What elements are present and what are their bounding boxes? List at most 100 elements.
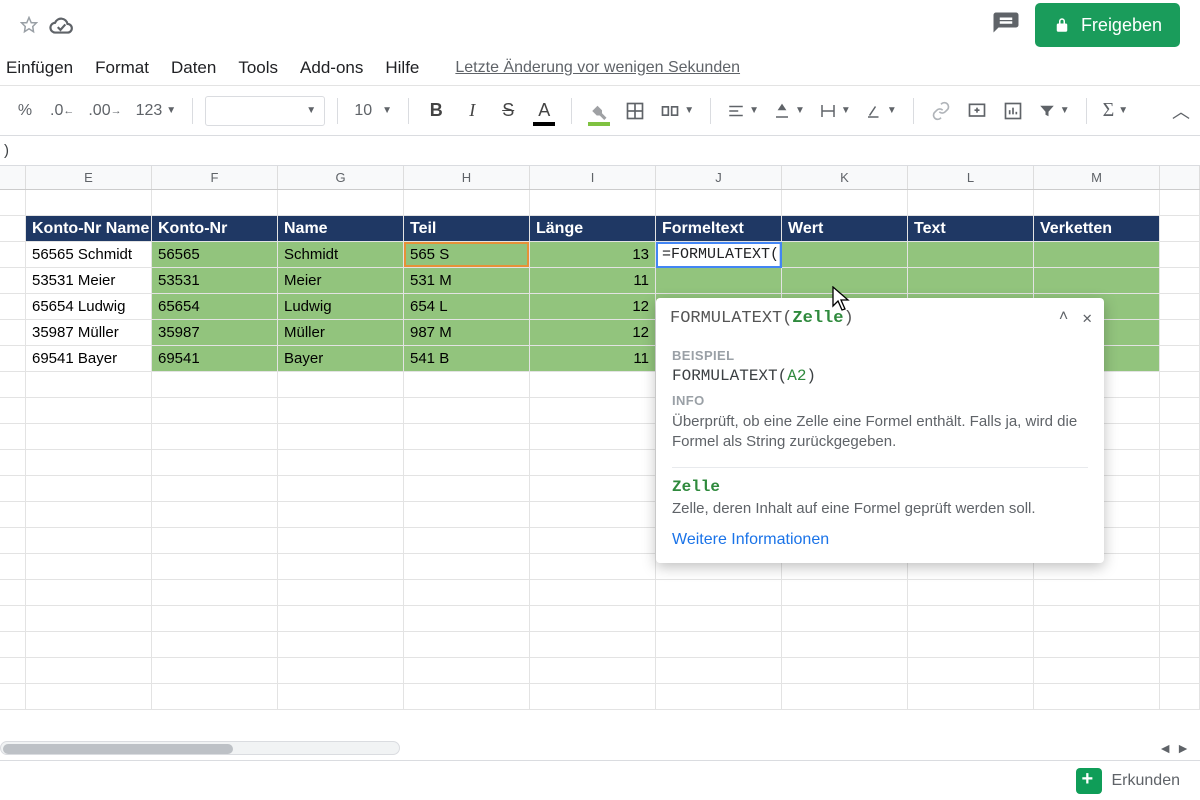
cell[interactable]: 53531 [152, 268, 278, 294]
cell[interactable]: Ludwig [278, 294, 404, 320]
explore-label: Erkunden [1112, 772, 1181, 790]
horizontal-align-button[interactable]: ▼ [723, 94, 763, 128]
cell[interactable]: 541 B [404, 346, 530, 372]
col-header[interactable] [1160, 166, 1200, 189]
col-header-J[interactable]: J [656, 166, 782, 189]
last-change-link[interactable]: Letzte Änderung vor wenigen Sekunden [455, 59, 740, 77]
header-laenge: Länge [530, 216, 656, 242]
cell[interactable]: 12 [530, 294, 656, 320]
explore-icon [1076, 768, 1102, 794]
fill-color-button[interactable] [584, 94, 614, 128]
col-header-E[interactable]: E [26, 166, 152, 189]
menu-insert[interactable]: Einfügen [6, 58, 73, 78]
vertical-align-button[interactable]: ▼ [769, 94, 809, 128]
tooltip-more-info-link[interactable]: Weitere Informationen [672, 531, 1088, 549]
format-as-percent-button[interactable]: % [10, 94, 40, 128]
font-size-selector[interactable]: 10▼ [350, 94, 396, 128]
scroll-left-icon[interactable]: ◄ [1158, 740, 1172, 756]
bottom-bar: Erkunden [0, 760, 1200, 800]
cell[interactable]: 56565 Schmidt [26, 242, 152, 268]
col-header-K[interactable]: K [782, 166, 908, 189]
insert-chart-button[interactable] [998, 94, 1028, 128]
cell[interactable]: 69541 [152, 346, 278, 372]
text-rotation-button[interactable]: ▼ [861, 94, 901, 128]
create-filter-button[interactable]: ▼ [1034, 94, 1074, 128]
cell[interactable]: Bayer [278, 346, 404, 372]
cell[interactable] [782, 268, 908, 294]
cell[interactable]: 65654 [152, 294, 278, 320]
col-header-I[interactable]: I [530, 166, 656, 189]
text-wrapping-button[interactable]: ▼ [815, 94, 855, 128]
toolbar-separator [710, 98, 711, 124]
cell[interactable]: 56565 [152, 242, 278, 268]
cloud-saved-icon[interactable] [48, 14, 74, 36]
more-formats-button[interactable]: 123▼ [132, 94, 181, 128]
col-header-G[interactable]: G [278, 166, 404, 189]
toolbar-separator [192, 98, 193, 124]
cell[interactable] [1034, 242, 1160, 268]
col-header-F[interactable]: F [152, 166, 278, 189]
menu-tools[interactable]: Tools [238, 58, 278, 78]
tooltip-collapse-icon[interactable]: ˄ [1059, 308, 1069, 328]
spreadsheet-grid[interactable]: Konto-Nr Name Konto-Nr Name Teil Länge F… [0, 190, 1200, 800]
menu-help[interactable]: Hilfe [385, 58, 419, 78]
cell[interactable]: Müller [278, 320, 404, 346]
cell[interactable]: 53531 Meier [26, 268, 152, 294]
cell[interactable]: 11 [530, 346, 656, 372]
cell[interactable]: 11 [530, 268, 656, 294]
increase-decimal-button[interactable]: .00→ [84, 94, 125, 128]
toolbar-separator [1086, 98, 1087, 124]
functions-button[interactable]: Σ▼ [1099, 94, 1133, 128]
merge-cells-button[interactable]: ▼ [656, 94, 698, 128]
menu-addons[interactable]: Add-ons [300, 58, 363, 78]
menu-format[interactable]: Format [95, 58, 149, 78]
col-header[interactable] [0, 166, 26, 189]
toolbar-separator [408, 98, 409, 124]
cell-referenced[interactable]: 565 S [404, 242, 530, 268]
scrollbar-thumb[interactable] [3, 744, 233, 754]
toolbar-separator [571, 98, 572, 124]
font-family-selector[interactable]: ▼ [205, 96, 325, 126]
insert-link-button[interactable] [926, 94, 956, 128]
cell[interactable] [1034, 268, 1160, 294]
borders-button[interactable] [620, 94, 650, 128]
star-icon[interactable] [20, 16, 38, 34]
italic-button[interactable]: I [457, 94, 487, 128]
share-button[interactable]: Freigeben [1035, 3, 1180, 47]
cell[interactable]: Schmidt [278, 242, 404, 268]
insert-comment-button[interactable] [962, 94, 992, 128]
cell[interactable]: 69541 Bayer [26, 346, 152, 372]
cell[interactable]: Meier [278, 268, 404, 294]
cell[interactable]: 654 L [404, 294, 530, 320]
text-color-button[interactable]: A [529, 94, 559, 128]
lock-icon [1053, 16, 1071, 34]
tooltip-info-text: Überprüft, ob eine Zelle eine Formel ent… [672, 412, 1088, 453]
col-header-M[interactable]: M [1034, 166, 1160, 189]
cell[interactable]: 65654 Ludwig [26, 294, 152, 320]
cell[interactable] [782, 242, 908, 268]
scroll-right-icon[interactable]: ► [1176, 740, 1190, 756]
cell[interactable] [908, 242, 1034, 268]
collapse-toolbar-icon[interactable]: ︿ [1172, 98, 1190, 124]
active-cell-formula[interactable]: =FORMULATEXT(H3) [656, 242, 782, 268]
cell[interactable]: 13 [530, 242, 656, 268]
cell[interactable] [656, 268, 782, 294]
formula-bar[interactable]: ) [0, 136, 1200, 166]
bold-button[interactable]: B [421, 94, 451, 128]
cell[interactable]: 35987 [152, 320, 278, 346]
explore-button[interactable]: Erkunden [1056, 768, 1200, 794]
col-header-L[interactable]: L [908, 166, 1034, 189]
cell[interactable]: 987 M [404, 320, 530, 346]
header-name: Name [278, 216, 404, 242]
cell[interactable]: 531 M [404, 268, 530, 294]
col-header-H[interactable]: H [404, 166, 530, 189]
decrease-decimal-button[interactable]: .0← [46, 94, 78, 128]
tooltip-close-icon[interactable]: ✕ [1082, 308, 1092, 328]
cell[interactable]: 12 [530, 320, 656, 346]
open-comment-history-icon[interactable] [991, 10, 1021, 40]
strikethrough-button[interactable]: S [493, 94, 523, 128]
menu-data[interactable]: Daten [171, 58, 216, 78]
horizontal-scrollbar[interactable] [0, 741, 400, 755]
cell[interactable]: 35987 Müller [26, 320, 152, 346]
cell[interactable] [908, 268, 1034, 294]
